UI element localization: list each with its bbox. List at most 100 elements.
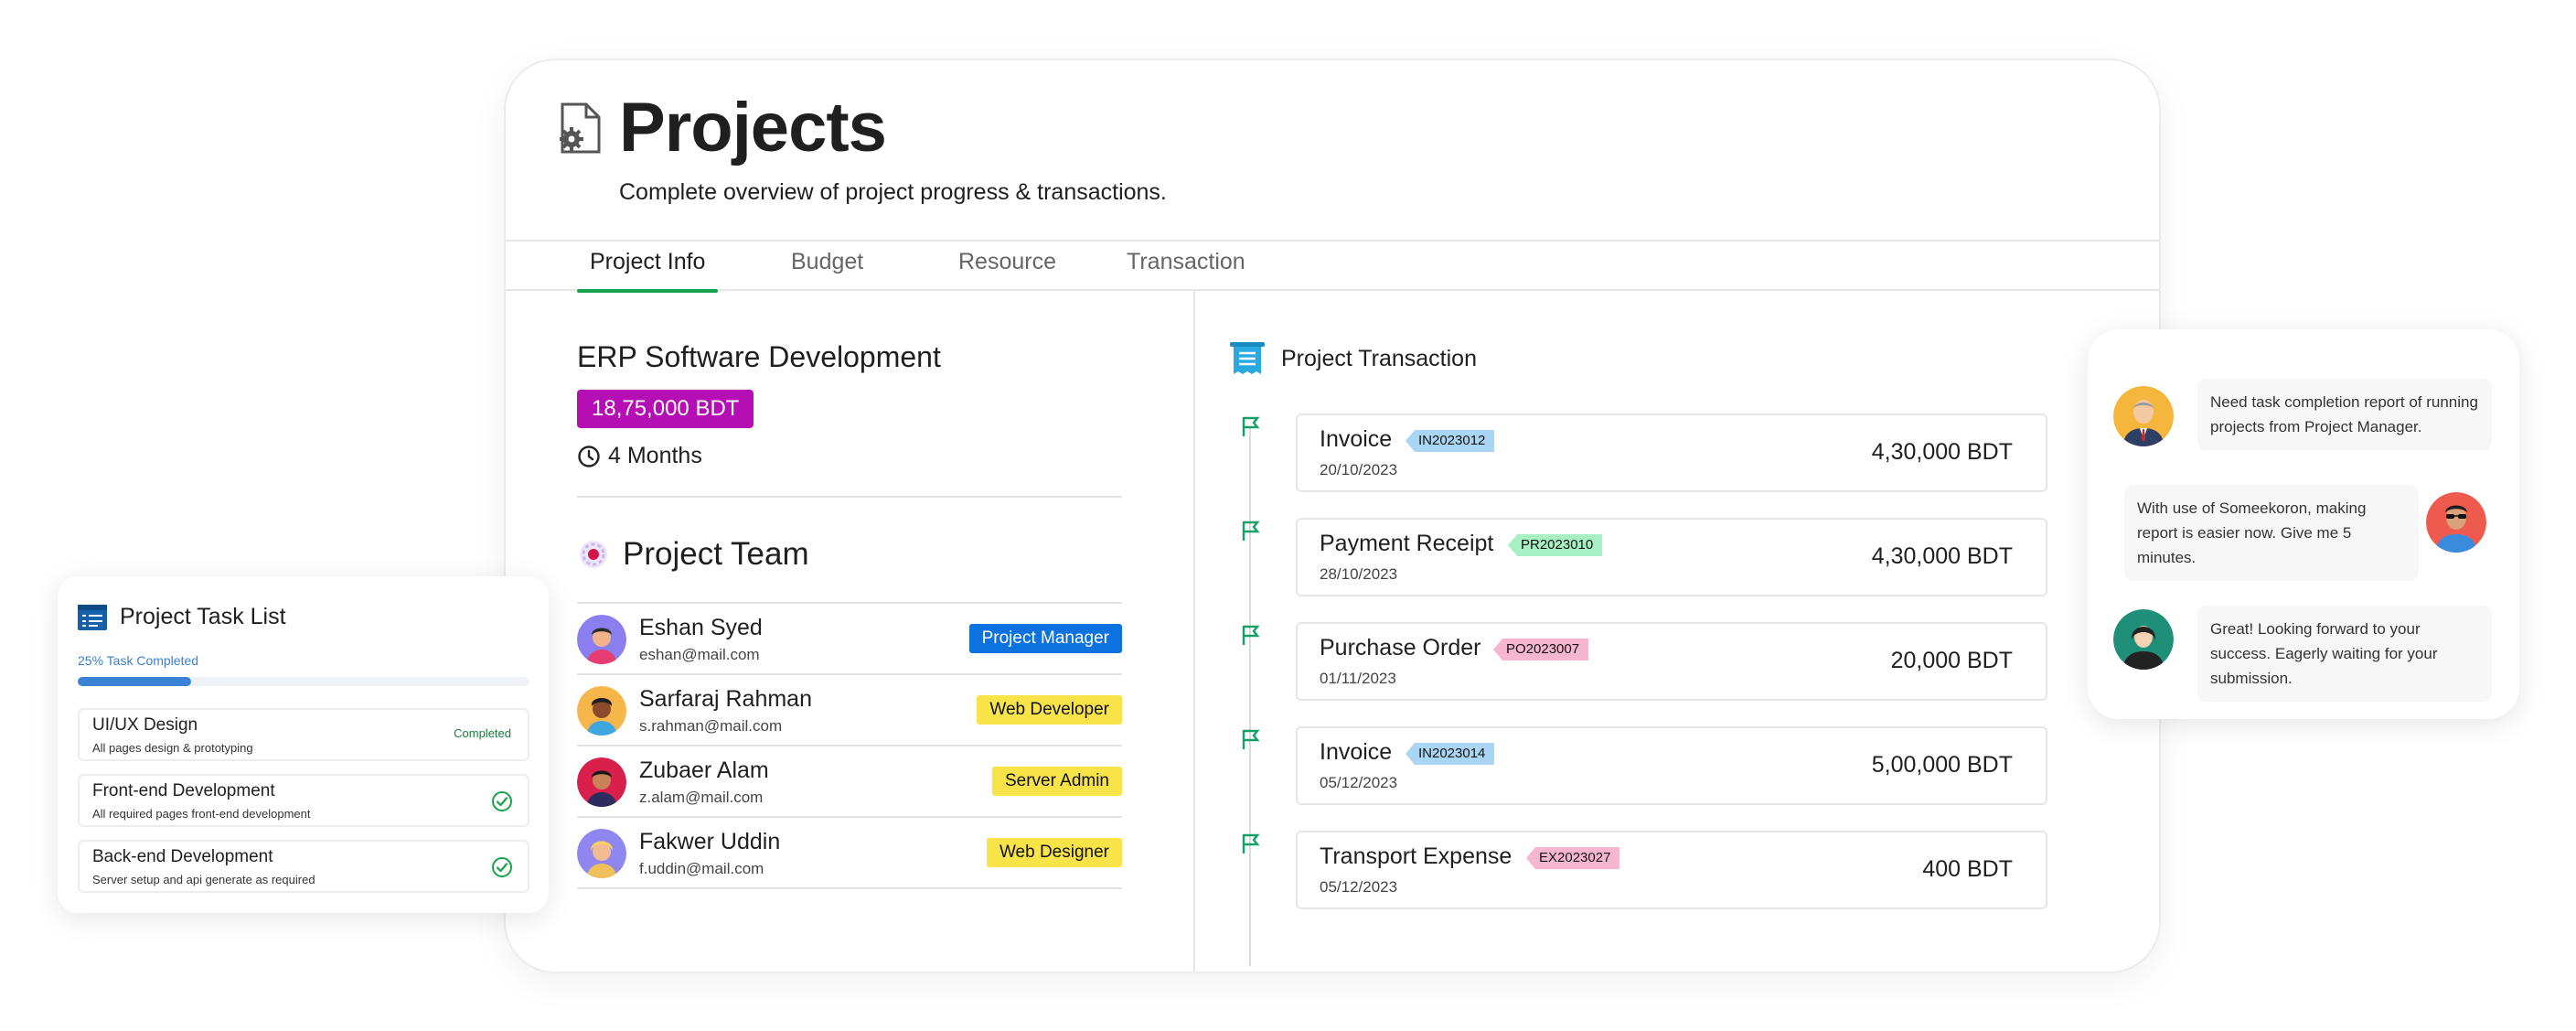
tab-transaction[interactable]: Transaction bbox=[1127, 249, 1245, 291]
transaction-amount: 400 BDT bbox=[1922, 856, 2013, 882]
flag-icon bbox=[1242, 416, 1260, 436]
timeline-line bbox=[1249, 426, 1251, 966]
member-email: s.rahman@mail.com bbox=[639, 717, 783, 735]
manager-avatar bbox=[2113, 386, 2174, 446]
section-divider bbox=[577, 496, 1122, 498]
task-item[interactable]: Front-end Development All required pages… bbox=[78, 774, 529, 827]
task-item[interactable]: UI/UX Design All pages design & prototyp… bbox=[78, 708, 529, 761]
transaction-row[interactable]: Invoice IN2023012 20/10/2023 4,30,000 BD… bbox=[1296, 413, 2047, 492]
project-settings-icon bbox=[560, 102, 601, 154]
flag-icon bbox=[1242, 521, 1260, 541]
tab-resource[interactable]: Resource bbox=[958, 249, 1056, 291]
transaction-amount: 5,00,000 BDT bbox=[1871, 752, 2013, 778]
task-name: UI/UX Design bbox=[92, 715, 198, 735]
page-title: Projects bbox=[619, 89, 887, 166]
project-duration: 4 Months bbox=[577, 443, 702, 469]
page-subtitle: Complete overview of project progress & … bbox=[619, 179, 1167, 205]
chat-card: Need task completion report of running p… bbox=[2088, 329, 2519, 719]
transaction-title: Project Transaction bbox=[1281, 345, 1477, 371]
progress-fill bbox=[78, 677, 191, 686]
task-description: All pages design & prototyping bbox=[92, 741, 253, 755]
tab-project-info[interactable]: Project Info bbox=[576, 249, 719, 293]
developer-avatar bbox=[2426, 492, 2486, 553]
transaction-code: IN2023014 bbox=[1406, 743, 1495, 765]
team-icon bbox=[580, 541, 607, 568]
member-email: f.uddin@mail.com bbox=[639, 860, 764, 877]
transaction-type: Payment Receipt bbox=[1320, 531, 1494, 556]
avatar bbox=[577, 757, 626, 807]
projects-card: Projects Complete overview of project pr… bbox=[504, 59, 2161, 973]
member-name: Eshan Syed bbox=[639, 615, 763, 640]
member-name: Sarfaraj Rahman bbox=[639, 686, 812, 712]
task-list-card: Project Task List 25% Task Completed UI/… bbox=[58, 576, 549, 913]
flag-icon bbox=[1242, 833, 1260, 854]
role-badge: Project Manager bbox=[968, 624, 1122, 653]
task-list-header: Project Task List bbox=[78, 604, 286, 630]
progress-label: 25% Task Completed bbox=[78, 653, 199, 668]
role-badge: Server Admin bbox=[991, 767, 1122, 796]
project-name: ERP Software Development bbox=[577, 340, 941, 373]
team-member[interactable]: Eshan Syed eshan@mail.com Project Manage… bbox=[577, 604, 1122, 675]
chat-message: Need task completion report of running p… bbox=[2197, 379, 2492, 450]
task-item[interactable]: Back-end Development Server setup and ap… bbox=[78, 840, 529, 893]
task-name: Back-end Development bbox=[92, 847, 273, 866]
member-name: Zubaer Alam bbox=[639, 757, 769, 783]
transaction-type: Transport Expense bbox=[1320, 843, 1512, 869]
check-circle-icon[interactable] bbox=[491, 856, 513, 878]
client-avatar bbox=[2113, 609, 2174, 670]
flag-icon bbox=[1242, 729, 1260, 749]
transaction-row[interactable]: Payment Receipt PR2023010 28/10/2023 4,3… bbox=[1296, 518, 2047, 596]
team-title: Project Team bbox=[623, 536, 809, 572]
transaction-row[interactable]: Transport Expense EX2023027 05/12/2023 4… bbox=[1296, 831, 2047, 909]
duration-label: 4 Months bbox=[608, 443, 702, 468]
avatar bbox=[577, 829, 626, 878]
transaction-date: 05/12/2023 bbox=[1320, 878, 1398, 896]
chat-message: With use of Someekoron, making report is… bbox=[2124, 485, 2419, 581]
clock-icon bbox=[578, 445, 600, 467]
role-badge: Web Developer bbox=[977, 695, 1122, 725]
transaction-date: 05/12/2023 bbox=[1320, 774, 1398, 791]
task-list-title: Project Task List bbox=[120, 604, 286, 629]
avatar bbox=[577, 615, 626, 664]
transaction-code: PR2023010 bbox=[1508, 534, 1603, 556]
transaction-header: Project Transaction bbox=[1230, 340, 1477, 377]
budget-badge: 18,75,000 BDT bbox=[577, 390, 754, 428]
transaction-code: IN2023012 bbox=[1406, 430, 1495, 452]
transaction-code: PO2023007 bbox=[1493, 639, 1589, 660]
check-circle-icon[interactable] bbox=[491, 790, 513, 812]
transaction-date: 01/11/2023 bbox=[1320, 670, 1396, 687]
progress-bar bbox=[78, 677, 529, 686]
team-list: Eshan Syed eshan@mail.com Project Manage… bbox=[577, 602, 1122, 889]
avatar bbox=[577, 686, 626, 736]
task-name: Front-end Development bbox=[92, 781, 275, 800]
task-description: All required pages front-end development bbox=[92, 807, 311, 821]
transaction-date: 20/10/2023 bbox=[1320, 461, 1398, 478]
transaction-amount: 4,30,000 BDT bbox=[1871, 543, 2013, 569]
task-list-icon bbox=[78, 604, 107, 630]
transaction-type: Invoice bbox=[1320, 739, 1393, 765]
transaction-code: EX2023027 bbox=[1526, 847, 1620, 869]
task-status: Completed bbox=[454, 726, 511, 740]
role-badge: Web Designer bbox=[986, 838, 1122, 867]
team-header: Project Team bbox=[577, 536, 809, 573]
tab-budget[interactable]: Budget bbox=[791, 249, 863, 291]
transaction-row[interactable]: Invoice IN2023014 05/12/2023 5,00,000 BD… bbox=[1296, 726, 2047, 805]
member-email: z.alam@mail.com bbox=[639, 789, 764, 806]
transaction-amount: 20,000 BDT bbox=[1890, 648, 2013, 673]
member-email: eshan@mail.com bbox=[639, 646, 760, 663]
receipt-icon bbox=[1230, 342, 1265, 374]
team-member[interactable]: Fakwer Uddin f.uddin@mail.com Web Design… bbox=[577, 818, 1122, 889]
task-description: Server setup and api generate as require… bbox=[92, 873, 315, 886]
team-member[interactable]: Sarfaraj Rahman s.rahman@mail.com Web De… bbox=[577, 675, 1122, 746]
flag-icon bbox=[1242, 625, 1260, 645]
column-divider bbox=[1193, 291, 1195, 972]
chat-message: Great! Looking forward to your success. … bbox=[2197, 606, 2492, 702]
team-member[interactable]: Zubaer Alam z.alam@mail.com Server Admin bbox=[577, 746, 1122, 818]
transaction-date: 28/10/2023 bbox=[1320, 565, 1398, 583]
tab-bar: Project Info Budget Resource Transaction bbox=[506, 240, 2159, 293]
transaction-row[interactable]: Purchase Order PO2023007 01/11/2023 20,0… bbox=[1296, 622, 2047, 701]
transaction-amount: 4,30,000 BDT bbox=[1871, 439, 2013, 465]
member-name: Fakwer Uddin bbox=[639, 829, 781, 854]
transaction-type: Purchase Order bbox=[1320, 635, 1481, 660]
transaction-type: Invoice bbox=[1320, 426, 1393, 452]
